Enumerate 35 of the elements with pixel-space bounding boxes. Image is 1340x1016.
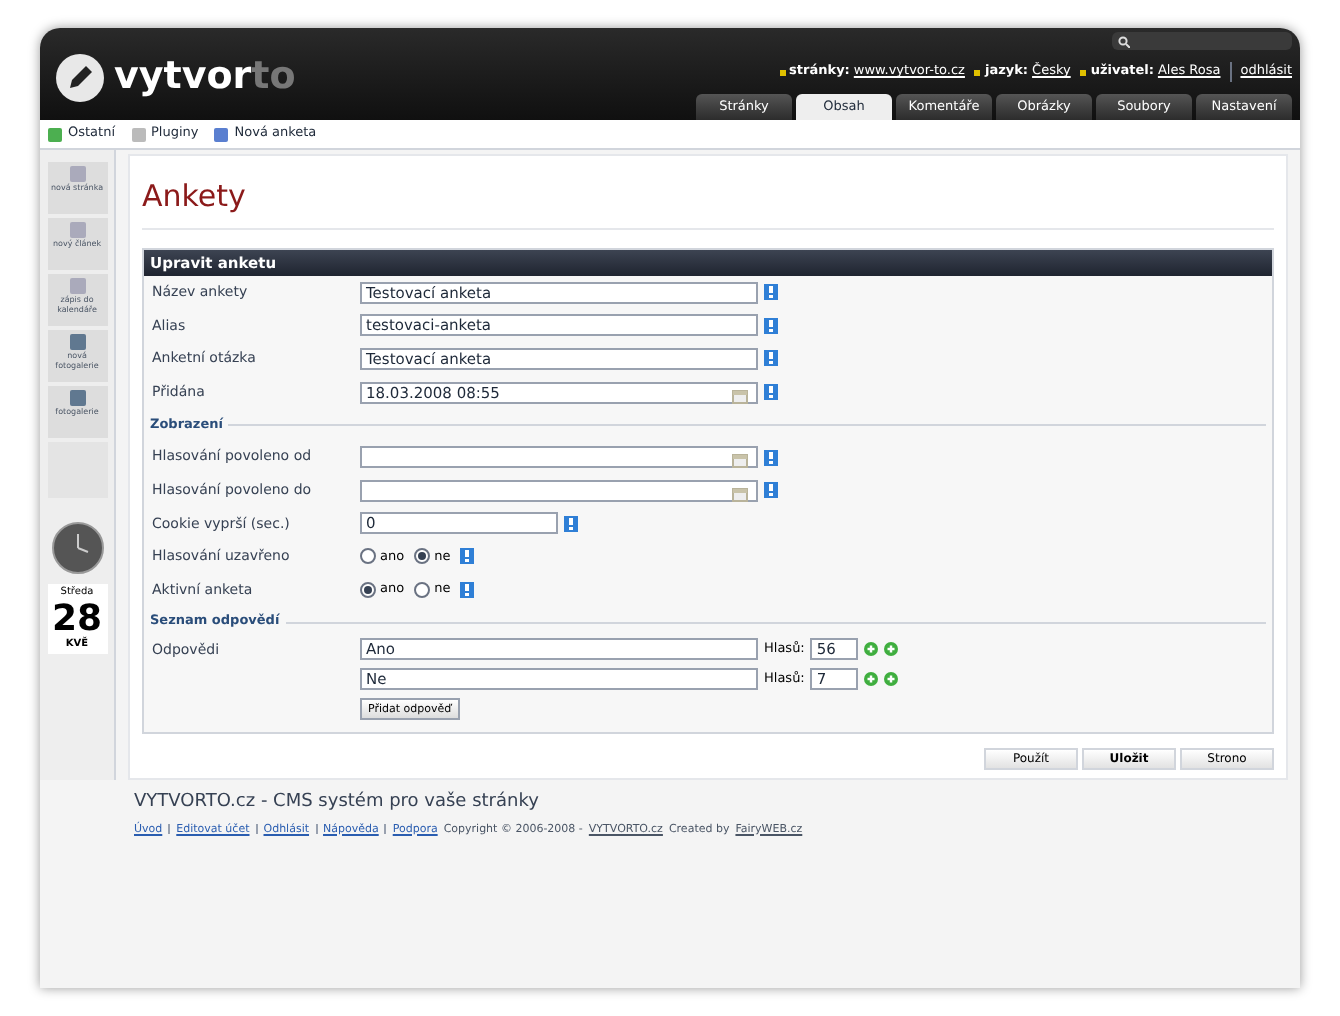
sidebar-icon	[69, 222, 85, 238]
pencil-logo-icon	[56, 53, 104, 101]
add-icon[interactable]	[884, 672, 899, 687]
radio-button[interactable]	[414, 548, 431, 565]
clock-icon	[51, 522, 103, 574]
radio-button[interactable]	[360, 548, 376, 565]
sidebar-icon	[69, 390, 85, 406]
search-icon	[1118, 35, 1130, 47]
help-icon[interactable]	[460, 582, 475, 599]
help-icon[interactable]	[460, 548, 475, 565]
radio-button[interactable]	[414, 582, 431, 599]
help-icon[interactable]	[764, 284, 778, 301]
help-icon[interactable]	[764, 449, 778, 466]
calendar-date: 28	[51, 601, 103, 637]
input-field[interactable]	[360, 479, 758, 502]
help-icon[interactable]	[764, 350, 778, 367]
toolbar-icon	[214, 127, 229, 141]
radio-button[interactable]	[360, 582, 376, 599]
search-field[interactable]	[1112, 32, 1292, 50]
sidebar-icon	[69, 278, 85, 294]
sidebar-icon	[69, 334, 85, 350]
toolbar-icon	[131, 127, 146, 141]
footer-title: VYTVORTO.cz - CMS systém pro vaše stránky	[134, 790, 541, 816]
calendar-icon[interactable]	[732, 389, 748, 404]
logo-text: vytvorto	[114, 58, 296, 96]
input-field[interactable]	[360, 446, 758, 469]
sidebar-icon	[69, 166, 85, 182]
calendar-icon[interactable]	[732, 487, 748, 502]
help-icon[interactable]	[764, 482, 778, 499]
help-icon[interactable]	[764, 384, 778, 401]
page-title: Ankety	[142, 180, 1274, 230]
help-icon[interactable]	[564, 515, 578, 532]
add-icon[interactable]	[884, 642, 899, 657]
help-icon[interactable]	[764, 317, 778, 334]
toolbar-icon	[48, 127, 62, 141]
